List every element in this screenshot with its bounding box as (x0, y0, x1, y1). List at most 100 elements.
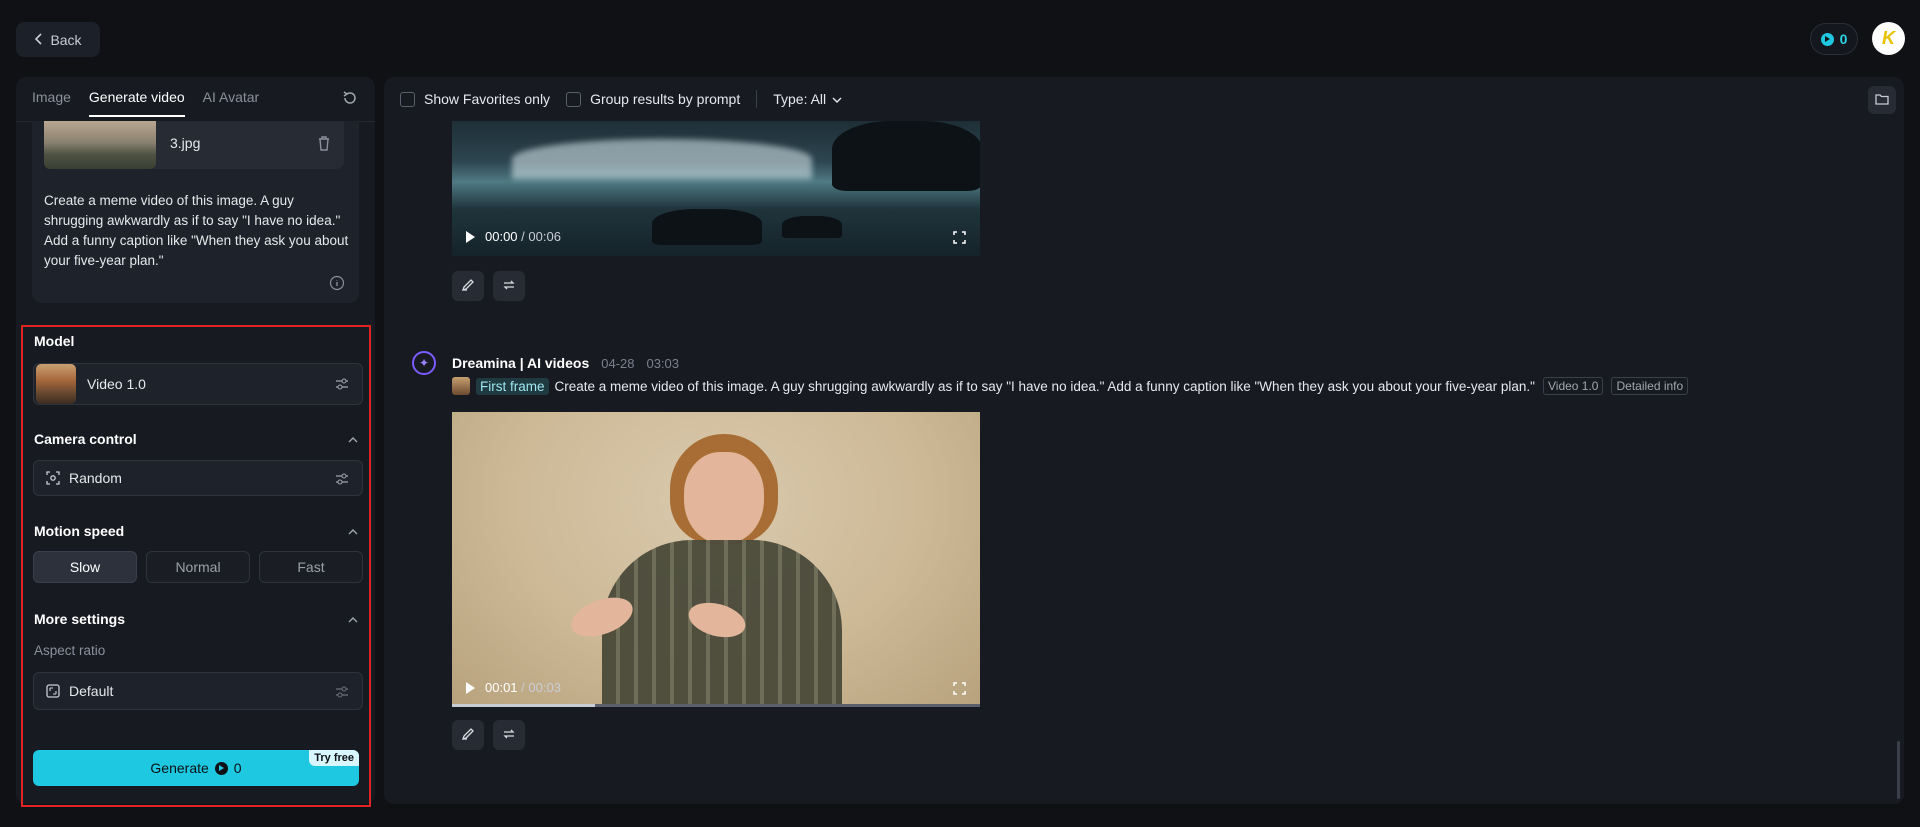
credits-badge[interactable]: 0 (1810, 23, 1858, 55)
generate-cost: 0 (233, 760, 242, 776)
model-tag: Video 1.0 (1542, 377, 1604, 395)
back-label: Back (50, 31, 82, 48)
fullscreen-icon[interactable] (953, 231, 966, 244)
camera-focus-icon (46, 471, 60, 485)
dreamina-icon: ✦ (412, 351, 436, 375)
generation-date: 04-28 (601, 355, 635, 371)
generation-time: 03:03 (646, 355, 680, 371)
video-frame-face (684, 452, 764, 544)
sliders-icon[interactable] (334, 376, 350, 392)
group-label[interactable]: Group results by prompt (590, 91, 740, 107)
video-frame-rock (782, 216, 842, 238)
play-icon[interactable] (466, 230, 475, 243)
results-panel: Show Favorites only Group results by pro… (384, 77, 1904, 804)
motion-title: Motion speed (34, 523, 125, 539)
generate-button[interactable]: Generate 0 Try free (33, 750, 359, 786)
detailed-info-link[interactable]: Detailed info (1611, 377, 1689, 395)
credits-count: 0 (1839, 31, 1848, 47)
video-time-current: 00:01 (485, 680, 518, 695)
back-button[interactable]: Back (16, 22, 100, 57)
tab-ai-avatar[interactable]: AI Avatar (203, 89, 260, 117)
generation-prompt: First frame Create a meme video of this … (452, 377, 1689, 395)
video-frame-wave (512, 139, 812, 179)
uploaded-file[interactable]: 3.jpg (44, 121, 344, 169)
video-time-total: 00:03 (528, 680, 561, 695)
speed-fast-button[interactable]: Fast (259, 551, 363, 583)
edit-button[interactable] (452, 720, 484, 750)
repeat-icon (502, 727, 516, 744)
first-frame-label[interactable]: First frame (476, 377, 549, 395)
trash-icon[interactable] (316, 134, 332, 152)
motion-speed-options: Slow Normal Fast (33, 551, 363, 583)
info-icon[interactable] (329, 275, 345, 291)
repeat-icon (502, 278, 516, 295)
speed-slow-button[interactable]: Slow (33, 551, 137, 583)
chevron-left-icon (34, 32, 44, 48)
group-checkbox[interactable] (566, 91, 582, 107)
speed-normal-button[interactable]: Normal (146, 551, 250, 583)
edit-button[interactable] (452, 271, 484, 301)
video-player-ocean[interactable]: 00:00 / 00:06 (452, 121, 980, 256)
model-select[interactable]: Video 1.0 (33, 363, 363, 405)
first-frame-thumbnail[interactable] (452, 377, 470, 395)
avatar-letter: K (1882, 28, 1895, 48)
aspect-ratio-icon (46, 684, 60, 698)
file-name: 3.jpg (170, 135, 201, 151)
model-title: Model (34, 333, 75, 349)
chevron-up-icon[interactable] (347, 433, 359, 445)
video-controls: 00:01 / 00:03 (466, 680, 561, 695)
video-controls: 00:00 / 00:06 (466, 229, 561, 244)
video-frame-rock (832, 121, 980, 191)
scrollbar[interactable] (1897, 741, 1900, 799)
settings-highlight: Model Video 1.0 Camera control Random Mo… (21, 325, 371, 807)
video-progress-played (452, 704, 595, 707)
generate-label: Generate (150, 760, 209, 776)
model-value: Video 1.0 (87, 376, 146, 392)
camera-title: Camera control (34, 431, 137, 447)
video-actions (452, 271, 525, 301)
aspect-ratio-select[interactable]: Default (33, 672, 363, 710)
favorites-label[interactable]: Show Favorites only (424, 91, 550, 107)
pencil-icon (461, 727, 475, 744)
file-thumbnail (44, 121, 156, 169)
folder-button[interactable] (1868, 86, 1896, 114)
type-filter[interactable]: Type: All (773, 91, 826, 107)
aspect-ratio-value: Default (69, 683, 114, 699)
camera-select[interactable]: Random (33, 460, 363, 496)
upload-card: 3.jpg Create a meme video of this image.… (32, 121, 359, 303)
sliders-icon[interactable] (334, 684, 350, 700)
model-thumbnail (36, 364, 76, 404)
video-time-current: 00:00 (485, 229, 518, 244)
regenerate-button[interactable] (493, 720, 525, 750)
more-settings-title: More settings (34, 611, 126, 627)
chevron-down-icon[interactable] (832, 91, 842, 107)
prompt-text: Create a meme video of this image. A guy… (554, 378, 1535, 394)
filter-bar: Show Favorites only Group results by pro… (400, 89, 842, 109)
play-icon[interactable] (466, 681, 475, 694)
camera-value: Random (69, 470, 122, 486)
try-free-badge: Try free (309, 750, 359, 766)
chevron-up-icon[interactable] (347, 613, 359, 625)
generation-header: ✦ Dreamina | AI videos 04-28 03:03 (412, 351, 679, 375)
regenerate-button[interactable] (493, 271, 525, 301)
avatar[interactable]: K (1872, 22, 1905, 55)
mode-tabs: Image Generate video AI Avatar (32, 89, 259, 117)
reset-icon[interactable] (341, 89, 359, 107)
video-player-meme[interactable]: 00:01 / 00:03 (452, 412, 980, 707)
prompt-textarea[interactable]: Create a meme video of this image. A guy… (44, 191, 349, 271)
pencil-icon (461, 278, 475, 295)
video-actions (452, 720, 525, 750)
sliders-icon[interactable] (334, 471, 350, 487)
fullscreen-icon[interactable] (953, 682, 966, 695)
chevron-up-icon[interactable] (347, 525, 359, 537)
aspect-ratio-label: Aspect ratio (34, 643, 106, 658)
video-frame-rock (652, 209, 762, 245)
generation-source: Dreamina | AI videos (452, 355, 590, 371)
tab-generate-video[interactable]: Generate video (88, 89, 185, 117)
folder-icon (1875, 92, 1889, 108)
credit-coin-icon (214, 761, 228, 775)
tab-image[interactable]: Image (32, 89, 71, 117)
favorites-checkbox[interactable] (400, 91, 415, 107)
video-time-total: 00:06 (528, 229, 561, 244)
credit-coin-icon (1820, 32, 1834, 46)
